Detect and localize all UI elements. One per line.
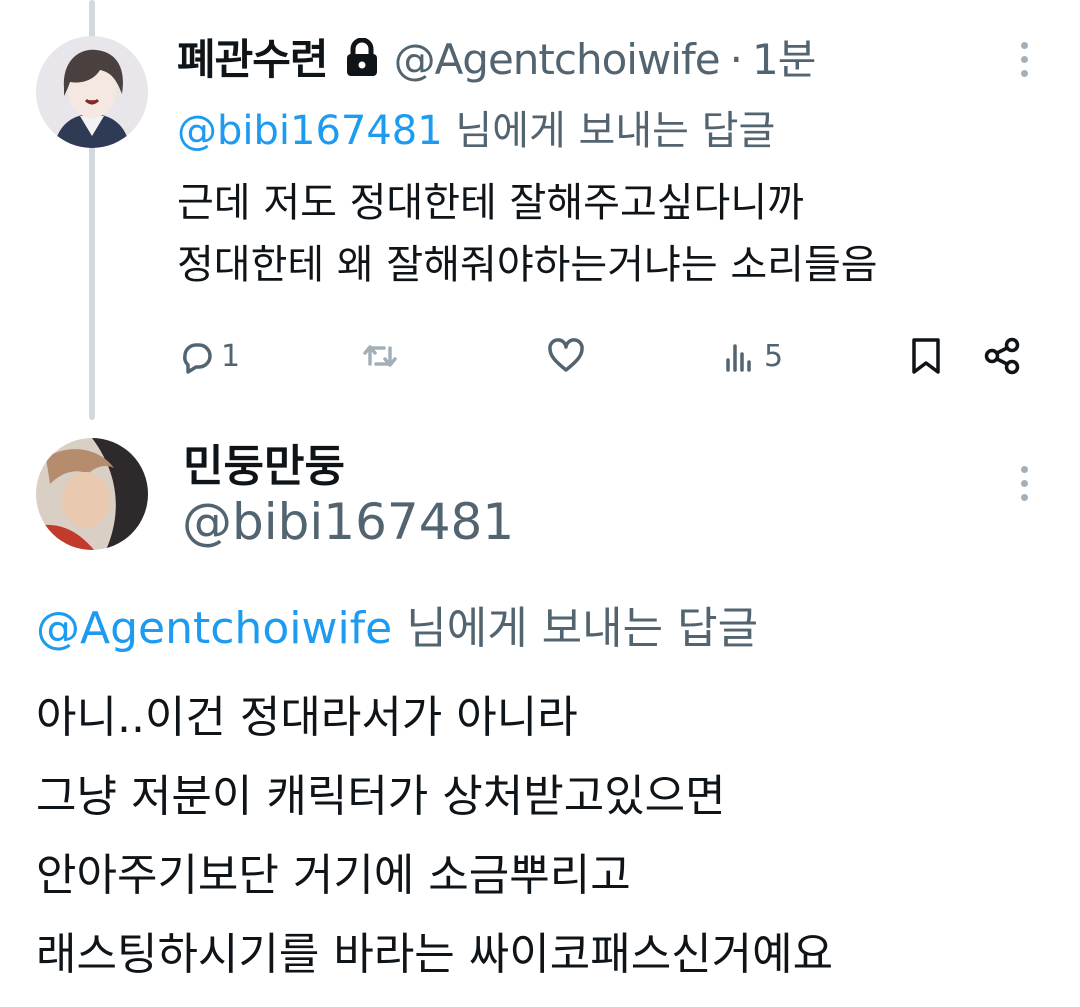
views-icon (726, 344, 751, 372)
reply-count: 1 (221, 338, 241, 374)
avatar[interactable] (36, 36, 148, 148)
avatar-image (36, 36, 148, 148)
replying-to-line: @bibi167481 님에게 보내는 답글 (177, 98, 775, 156)
tweet-header: 폐관수련 @Agentchoiwife · 1분 (177, 26, 816, 88)
replying-to-mention[interactable]: @bibi167481 (177, 108, 443, 154)
retweet-icon (363, 345, 397, 367)
share-button[interactable] (982, 328, 1022, 384)
tweet-text: 아니..이건 정대라서가 아니라 그냥 저분이 캐릭터가 상처받고있으면 안아주… (36, 678, 833, 994)
views-count: 5 (764, 338, 784, 374)
bookmark-button[interactable] (906, 328, 946, 384)
tweet-text-line: 아니..이건 정대라서가 아니라 (36, 692, 578, 743)
reply-button[interactable]: 1 (177, 328, 240, 384)
tweet-text-line: 근데 저도 정대한테 잘해주고싶다니까 (177, 180, 804, 226)
tweet-text-line: 안아주기보단 거기에 소금뿌리고 (36, 850, 631, 901)
avatar-image (36, 438, 148, 550)
replying-to-line: @Agentchoiwife 님에게 보내는 답글 (36, 592, 758, 656)
replying-to-mention[interactable]: @Agentchoiwife (36, 603, 392, 654)
avatar[interactable] (36, 438, 148, 550)
views-button[interactable]: 5 (720, 328, 783, 384)
tweet-action-bar: 1 5 (0, 328, 1080, 384)
reply-icon (183, 343, 212, 374)
user-handle[interactable]: @Agentchoiwife (394, 35, 721, 84)
bookmark-icon (912, 338, 940, 374)
timestamp[interactable]: 1분 (752, 35, 816, 84)
tweet-text-line: 그냥 저분이 캐릭터가 상처받고있으면 (36, 771, 726, 822)
tweet-text-line: 래스팅하시기를 바라는 싸이코패스신거예요 (36, 929, 834, 980)
share-icon (984, 337, 1020, 375)
separator-dot: · (729, 35, 743, 84)
tweet-text: 근데 저도 정대한테 잘해주고싶다니까 정대한테 왜 잘해줘야하는거냐는 소리들… (177, 172, 878, 296)
more-vertical-icon[interactable] (1014, 42, 1034, 84)
lock-icon (344, 37, 380, 88)
display-name[interactable]: 폐관수련 (177, 35, 329, 84)
like-button[interactable] (546, 328, 586, 384)
user-handle[interactable]: @bibi167481 (182, 493, 514, 551)
heart-icon (548, 338, 584, 372)
tweet-text-line: 정대한테 왜 잘해줘야하는거냐는 소리들음 (177, 242, 878, 288)
more-vertical-icon[interactable] (1014, 466, 1034, 508)
replying-to-suffix: 님에게 보내는 답글 (455, 108, 776, 154)
display-name[interactable]: 민둥만둥 (183, 430, 345, 494)
replying-to-suffix: 님에게 보내는 답글 (406, 603, 759, 654)
retweet-button[interactable] (360, 328, 400, 384)
